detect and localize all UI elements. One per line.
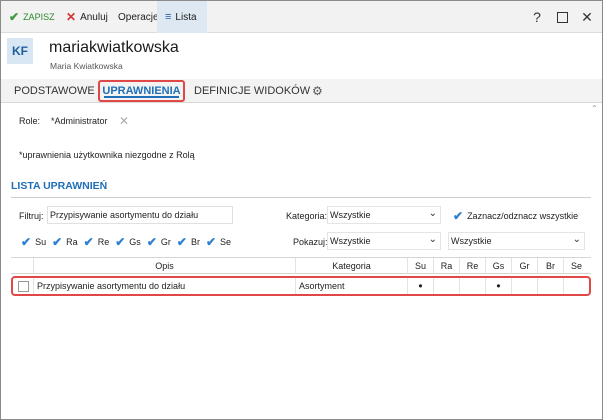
category-select[interactable]: Wszystkie ⌄ [327,206,441,224]
chevron-down-icon: ⌄ [428,208,437,219]
section-divider [11,197,591,198]
flag-label: Ra [66,237,78,247]
save-label: ZAPISZ [23,12,55,22]
column-header-se[interactable]: Se [563,258,589,274]
category-select-value: Wszystkie [330,210,371,220]
menu-icon: ≡ [165,11,172,23]
cell-re [459,278,485,294]
check-icon: ✔ [146,235,157,249]
maximize-button[interactable] [550,1,574,33]
check-icon: ✔ [52,235,63,249]
flag-re[interactable]: ✔ Re [84,235,110,249]
table-row[interactable]: Przypisywanie asortymentu do działu Asor… [11,276,591,296]
help-label: ? [533,9,541,25]
check-icon: ✔ [176,235,187,249]
check-icon: ✔ [9,10,20,24]
save-button[interactable]: ✔ ZAPISZ [9,1,55,33]
permission-flags: ✔ Su ✔ Ra ✔ Re ✔ Gs ✔ Gr ✔ Br ✔ Se [21,233,237,251]
page-subtitle: Maria Kwiatkowska [50,61,123,71]
flag-su[interactable]: ✔ Su [21,235,46,249]
list-label: Lista [175,11,197,23]
check-icon: ✔ [115,235,126,249]
flag-label: Gr [160,237,171,247]
show-select-2[interactable]: Wszystkie ⌄ [448,232,585,250]
column-header-br[interactable]: Br [537,258,563,274]
operations-label: Operacje [118,11,159,23]
cell-gr [511,278,537,294]
flag-label: Br [190,237,200,247]
flag-br[interactable]: ✔ Br [177,235,200,249]
check-icon: ✔ [453,209,464,223]
cell-ra [433,278,459,294]
cell-br [537,278,563,294]
flag-dot: • [418,279,423,293]
cell-su: • [407,278,433,294]
help-button[interactable]: ? [525,1,549,33]
list-button[interactable]: ≡ Lista [157,1,207,33]
chevron-down-icon: ⌄ [428,234,437,245]
flag-label: Su [35,237,47,247]
scroll-up-arrow[interactable]: ⌃ [591,104,598,113]
chevron-down-icon: ⌄ [572,234,581,245]
settings-list-icon[interactable]: ⚙ [312,79,323,103]
cell-gs: • [485,278,511,294]
flag-label: Gs [129,237,141,247]
show-select-value: Wszystkie [330,236,371,246]
row-checkbox[interactable] [18,281,29,292]
flag-ra[interactable]: ✔ Ra [52,235,78,249]
flag-gs[interactable]: ✔ Gs [115,235,141,249]
flag-label: Se [220,237,232,247]
select-all-toggle[interactable]: ✔ Zaznacz/odznacz wszystkie [453,209,578,223]
column-header-gs[interactable]: Gs [485,258,511,274]
remove-role-icon[interactable]: ✕ [119,114,129,128]
avatar: KF [7,38,33,64]
tab-podstawowe[interactable]: PODSTAWOWE [14,79,95,103]
table-header: Opis Kategoria Su Ra Re Gs Gr Br Se [11,257,591,274]
window: ✔ ZAPISZ ✕ Anuluj Operacje ≡ Lista ? ✕ K… [0,0,603,420]
filter-input[interactable]: Przypisywanie asortymentu do działu [47,206,233,224]
role-label: Role: [19,116,41,126]
flag-se[interactable]: ✔ Se [206,235,231,249]
show-select[interactable]: Wszystkie ⌄ [327,232,441,250]
cell-opis: Przypisywanie asortymentu do działu [33,278,295,294]
page-title: mariakwiatkowska [49,39,179,56]
cell-kategoria: Asortyment [295,278,407,294]
section-title: LISTA UPRAWNIEŃ [11,180,108,192]
column-header-re[interactable]: Re [459,258,485,274]
flag-label: Re [97,237,110,247]
role-value: *Administrator [51,116,108,126]
column-header-opis[interactable]: Opis [33,258,295,274]
check-icon: ✔ [83,235,94,249]
tab-bar: PODSTAWOWE UPRAWNIENIA DEFINICJE WIDOKÓW… [1,79,602,103]
cancel-label: Anuluj [80,11,108,23]
toolbar: ✔ ZAPISZ ✕ Anuluj Operacje ≡ Lista ? ✕ [1,1,602,33]
column-header-ra[interactable]: Ra [433,258,459,274]
cell-se [563,278,589,294]
close-window-icon: ✕ [581,8,593,25]
close-window-button[interactable]: ✕ [575,1,599,33]
operations-button[interactable]: Operacje [118,1,159,33]
tab-uprawnienia[interactable]: UPRAWNIENIA [98,80,185,102]
check-icon: ✔ [21,235,32,249]
column-header-gr[interactable]: Gr [511,258,537,274]
maximize-icon [556,11,568,23]
flag-gr[interactable]: ✔ Gr [147,235,171,249]
flag-dot: • [496,279,501,293]
permissions-note: *uprawnienia użytkownika niezgodne z Rol… [19,150,195,160]
column-header-su[interactable]: Su [407,258,433,274]
filter-label: Filtruj: [19,211,44,221]
select-all-label: Zaznacz/odznacz wszystkie [467,211,579,221]
check-icon: ✔ [205,235,216,249]
column-header-kategoria[interactable]: Kategoria [295,258,407,274]
show-label: Pokazuj: [293,237,328,247]
category-label: Kategoria: [286,211,328,221]
close-icon: ✕ [66,10,77,24]
tab-definicje-widokow[interactable]: DEFINICJE WIDOKÓW [194,79,310,103]
show-select-2-value: Wszystkie [451,236,492,246]
cancel-button[interactable]: ✕ Anuluj [66,1,108,33]
